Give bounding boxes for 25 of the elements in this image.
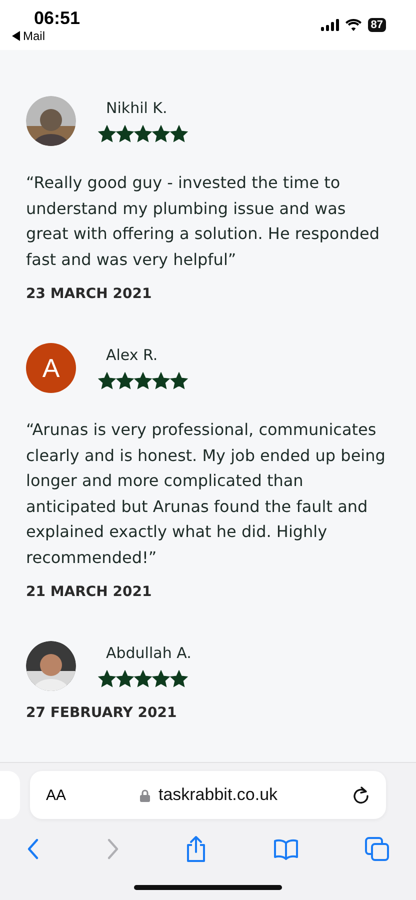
review-text: “Really good guy - invested the time to understand my plumbing issue and was great with offering a solution. He responded fast and was very helpful” xyxy=(26,172,381,270)
lock-icon xyxy=(140,788,150,802)
review-text: “Arunas is very professional, communicates clearly and is honest. My job ended up being longer and more complicated than anticipated but Arunas found the fault and explained exactly what he did. Highly recommended!” xyxy=(26,419,386,568)
back-arrow-icon[interactable] xyxy=(12,31,20,41)
address-bar[interactable]: AA taskrabbit.co.uk xyxy=(30,771,386,819)
reviewer-name: Abdullah A. xyxy=(106,644,192,662)
reviewer-name: Alex R. xyxy=(106,346,159,364)
signal-icon xyxy=(320,19,339,31)
wifi-icon xyxy=(344,19,362,31)
forward-icon[interactable] xyxy=(106,838,120,860)
tabs-icon[interactable] xyxy=(364,836,390,862)
review-date: 21 MARCH 2021 xyxy=(26,584,153,600)
status-time: 06:51 xyxy=(34,8,80,29)
back-icon[interactable] xyxy=(26,838,40,860)
reload-icon[interactable] xyxy=(352,785,370,805)
back-link[interactable]: Mail xyxy=(23,29,46,43)
avatar: A xyxy=(26,343,76,393)
review-date: 27 FEBRUARY 2021 xyxy=(26,705,178,721)
share-icon[interactable] xyxy=(185,835,207,863)
book-icon[interactable] xyxy=(272,838,298,860)
battery-level: 87 xyxy=(368,18,386,32)
review-date: 23 MARCH 2021 xyxy=(26,286,153,302)
reviewer-name: Nikhil K. xyxy=(106,99,168,117)
text-size-button[interactable]: AA xyxy=(46,786,66,804)
url-text: taskrabbit.co.uk xyxy=(158,785,278,805)
